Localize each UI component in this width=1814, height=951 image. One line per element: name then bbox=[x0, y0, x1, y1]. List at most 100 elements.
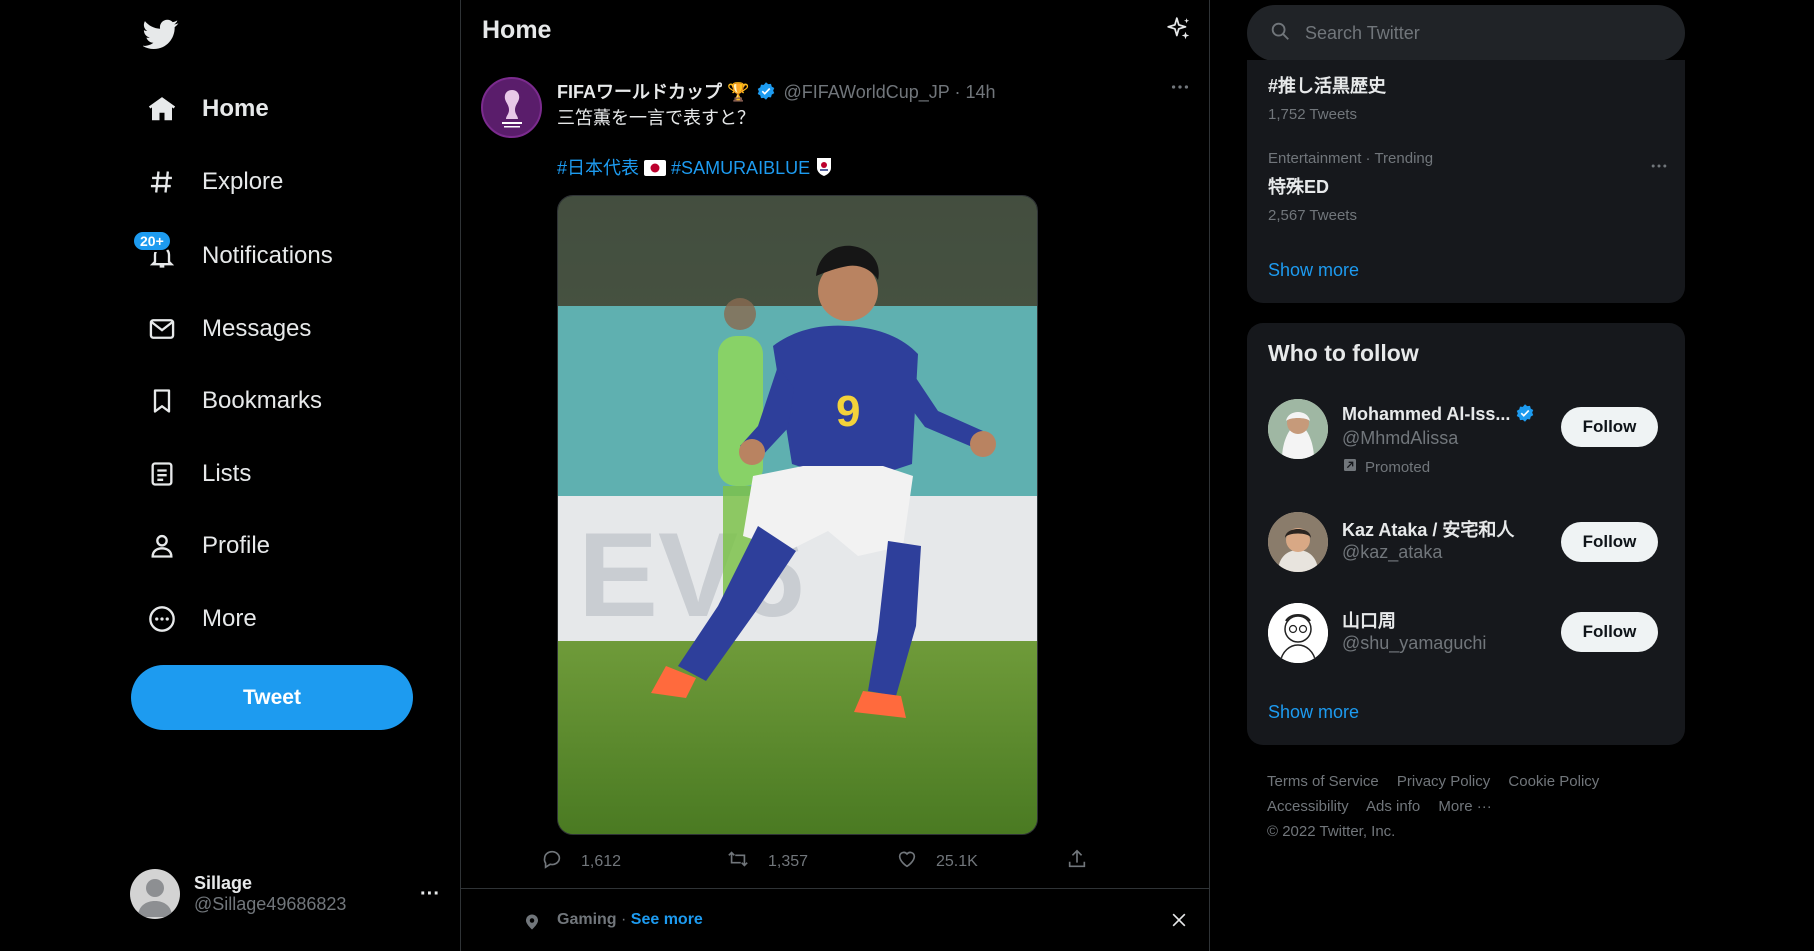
tweet-text: 三笘薫を一言で表すと？ bbox=[557, 108, 755, 128]
nav-label: Explore bbox=[202, 168, 284, 195]
retweet-count: 1,357 bbox=[768, 852, 809, 870]
nav-bookmarks[interactable]: Bookmarks bbox=[130, 373, 338, 429]
reply-button[interactable]: 1,612 bbox=[541, 848, 621, 875]
footer-link[interactable]: Terms of Service bbox=[1267, 773, 1379, 790]
avatar bbox=[130, 869, 180, 919]
who-handle: @kaz_ataka bbox=[1342, 542, 1443, 562]
copyright: © 2022 Twitter, Inc. bbox=[1267, 823, 1396, 840]
jersey-number: 9 bbox=[836, 387, 860, 436]
retweet-icon bbox=[726, 848, 750, 875]
like-count: 25.1K bbox=[936, 852, 978, 870]
nav-label: Notifications bbox=[202, 242, 333, 269]
avatar[interactable] bbox=[1268, 512, 1328, 572]
twitter-logo-icon[interactable] bbox=[142, 16, 183, 56]
avatar[interactable] bbox=[1268, 399, 1328, 459]
envelope-icon bbox=[146, 313, 178, 345]
tweet-photo[interactable]: EV6 9 bbox=[557, 195, 1038, 835]
nav-label: Home bbox=[202, 95, 269, 122]
timeline: Home FIFAワールドカップ 🏆 @FIFAWorldCup_JP · 14… bbox=[460, 0, 1210, 951]
tweet-author-name[interactable]: FIFAワールドカップ 🏆 bbox=[557, 82, 749, 102]
account-handle: @Sillage49686823 bbox=[194, 894, 347, 914]
jfa-emblem-icon bbox=[815, 157, 833, 182]
footer: Terms of Service Privacy Policy Cookie P… bbox=[1267, 769, 1687, 844]
home-icon bbox=[146, 93, 178, 125]
trend-meta: Entertainment · Trending bbox=[1268, 150, 1434, 167]
footer-link[interactable]: Cookie Policy bbox=[1508, 773, 1599, 790]
who-item-info[interactable]: 山口周 @shu_yamaguchi bbox=[1342, 607, 1486, 654]
reply-count: 1,612 bbox=[581, 852, 622, 870]
notification-badge: 20+ bbox=[132, 230, 172, 252]
trend-item[interactable]: Entertainment · Trending 特殊ED 2,567 Twee… bbox=[1268, 150, 1668, 224]
account-more-icon[interactable]: ··· bbox=[420, 883, 440, 906]
heart-icon bbox=[896, 848, 918, 875]
trend-name: #推し活黒歴史 bbox=[1268, 76, 1387, 96]
japan-flag-icon bbox=[644, 160, 667, 181]
topic-row: Gaming · See more bbox=[557, 911, 703, 929]
divider bbox=[461, 888, 1209, 889]
who-item-info[interactable]: Kaz Ataka / 安宅和人 @kaz_ataka bbox=[1342, 516, 1514, 563]
account-name: Sillage bbox=[194, 873, 253, 893]
who-to-follow-title: Who to follow bbox=[1268, 340, 1419, 366]
nav-lists[interactable]: Lists bbox=[130, 446, 267, 502]
tweet-author-handle[interactable]: @FIFAWorldCup_JP bbox=[783, 82, 949, 102]
promoted-label: Promoted bbox=[1342, 457, 1535, 477]
who-handle: @MhmdAlissa bbox=[1342, 428, 1459, 448]
tweet-button[interactable]: Tweet bbox=[131, 665, 413, 730]
retweet-button[interactable]: 1,357 bbox=[726, 848, 808, 875]
promoted-icon bbox=[1342, 457, 1358, 477]
like-button[interactable]: 25.1K bbox=[896, 848, 978, 875]
sparkle-icon[interactable] bbox=[1166, 16, 1198, 48]
follow-button[interactable]: Follow bbox=[1561, 407, 1658, 447]
promoted-text: Promoted bbox=[1365, 458, 1431, 476]
footer-link[interactable]: Privacy Policy bbox=[1397, 773, 1490, 790]
see-more-link[interactable]: See more bbox=[631, 911, 703, 928]
nav-label: Lists bbox=[202, 460, 252, 487]
page-title: Home bbox=[482, 16, 552, 44]
nav-explore[interactable]: Explore bbox=[130, 154, 299, 210]
tweet-more-icon[interactable] bbox=[1169, 76, 1191, 103]
tweet-hashtags: #日本代表 #SAMURAIBLUE bbox=[557, 154, 833, 182]
trend-item[interactable]: #推し活黒歴史 1,752 Tweets bbox=[1268, 72, 1386, 123]
nav-label: Profile bbox=[202, 532, 271, 559]
nav-profile[interactable]: Profile bbox=[130, 518, 286, 574]
tweet-time[interactable]: 14h bbox=[965, 82, 995, 102]
share-button[interactable] bbox=[1066, 848, 1088, 875]
list-icon bbox=[146, 458, 178, 490]
footer-link[interactable]: More ··· bbox=[1438, 798, 1491, 815]
share-icon bbox=[1066, 848, 1088, 875]
trends-show-more[interactable]: Show more bbox=[1268, 260, 1359, 281]
who-name: Kaz Ataka / 安宅和人 bbox=[1342, 520, 1515, 540]
who-name: 山口周 bbox=[1342, 611, 1396, 631]
who-handle: @shu_yamaguchi bbox=[1342, 633, 1487, 653]
person-icon bbox=[146, 530, 178, 562]
footer-link[interactable]: Ads info bbox=[1366, 798, 1420, 815]
nav-label: More bbox=[202, 605, 257, 632]
follow-button[interactable]: Follow bbox=[1561, 612, 1658, 652]
account-switcher[interactable]: Sillage @Sillage49686823 ··· bbox=[130, 860, 440, 928]
tweet-author-avatar[interactable] bbox=[481, 77, 542, 138]
trend-count: 2,567 Tweets bbox=[1268, 207, 1357, 224]
avatar[interactable] bbox=[1268, 603, 1328, 663]
who-show-more[interactable]: Show more bbox=[1268, 702, 1359, 723]
left-nav: Home Explore Notifications 20+ Messages … bbox=[0, 0, 460, 951]
trend-more-icon[interactable] bbox=[1649, 156, 1669, 181]
search-box[interactable] bbox=[1247, 5, 1685, 61]
who-to-follow-panel: Who to follow Mohammed Al-Iss... @MhmdAl… bbox=[1247, 323, 1685, 745]
search-input[interactable] bbox=[1303, 21, 1647, 45]
topic-icon bbox=[523, 912, 541, 937]
footer-link[interactable]: Accessibility bbox=[1267, 798, 1349, 815]
nav-more[interactable]: More bbox=[130, 591, 273, 647]
follow-button[interactable]: Follow bbox=[1561, 522, 1658, 562]
hashtag-link[interactable]: #日本代表 bbox=[557, 158, 639, 178]
nav-label: Bookmarks bbox=[202, 387, 323, 414]
who-item-info[interactable]: Mohammed Al-Iss... @MhmdAlissa Promoted bbox=[1342, 403, 1535, 477]
reply-icon bbox=[541, 848, 563, 875]
topic-category: Gaming bbox=[557, 911, 617, 928]
trend-name: 特殊ED bbox=[1268, 177, 1330, 197]
nav-home[interactable]: Home bbox=[130, 81, 285, 137]
bookmark-icon bbox=[146, 385, 178, 417]
nav-messages[interactable]: Messages bbox=[130, 301, 327, 357]
hashtag-link[interactable]: #SAMURAIBLUE bbox=[671, 158, 810, 178]
close-icon[interactable] bbox=[1169, 910, 1189, 935]
nav-label: Messages bbox=[202, 315, 312, 342]
